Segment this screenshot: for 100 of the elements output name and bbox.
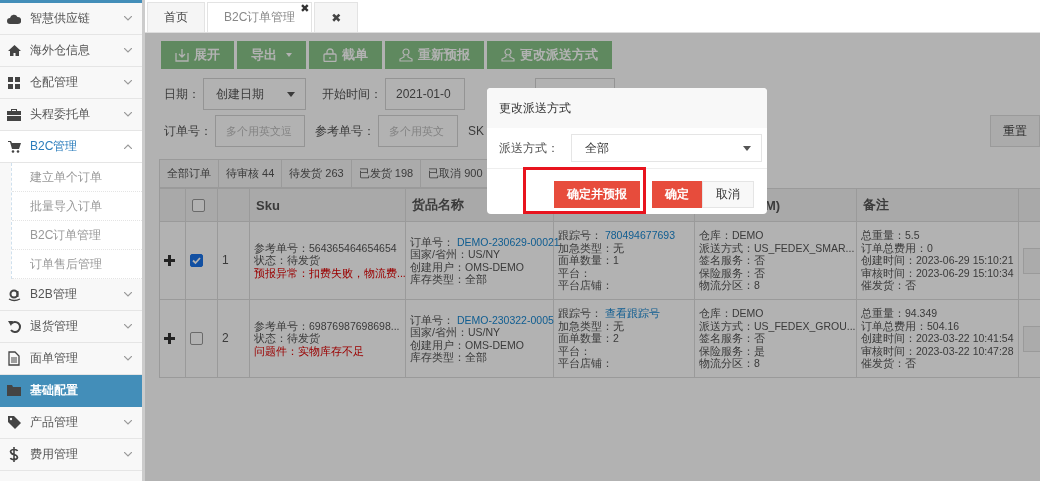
column-header: 备注 [856, 188, 1019, 222]
status-tab[interactable]: 待发货 263 [281, 159, 352, 188]
table-text: 订单总费用：0 [861, 241, 933, 255]
field-label: 日期： [164, 85, 200, 103]
sidebar-item[interactable]: 海外仓信息 [0, 35, 142, 67]
expand-icon[interactable] [164, 333, 175, 344]
sidebar-item[interactable]: 智慧供应链 [0, 3, 142, 35]
tab[interactable]: B2C订单管理 ✖ [207, 2, 313, 32]
table-text: 创建时间：2023-03-22 10:41:54 [861, 332, 1014, 345]
smile-logo-icon [7, 287, 21, 302]
table-text: 订单总费用：504.16 [861, 319, 960, 333]
checkbox[interactable] [190, 254, 203, 267]
table-text: 派送方式：US_FEDEX_GROU... [699, 319, 856, 333]
table-text: 派送方式：US_FEDEX_SMAR... [699, 241, 855, 255]
undo-icon [7, 320, 21, 333]
table-text: 仓库：DEMO [699, 307, 764, 320]
link[interactable]: 780494677693 [602, 229, 675, 242]
table-text: 跟踪号： 780494677693 [558, 229, 675, 242]
table-text: 参考单号：69876987698698... [254, 319, 400, 333]
checkbox[interactable] [192, 198, 205, 212]
field-label: 开始时间： [322, 85, 382, 103]
sidebar-item[interactable]: 产品管理 [0, 407, 142, 439]
table-text: 库存类型：全部 [410, 273, 487, 286]
tab[interactable]: 首页 [147, 2, 205, 32]
checkbox[interactable] [190, 332, 203, 345]
dialog-button[interactable]: 确定 [652, 181, 702, 208]
download-icon [175, 48, 189, 62]
grid-icon [8, 76, 20, 89]
home-icon [7, 45, 21, 56]
dialog-title: 更改派送方式 [487, 88, 767, 128]
status-tab[interactable]: 已发货 198 [350, 159, 422, 188]
document-icon [8, 351, 20, 366]
reset-button[interactable]: 重置 [990, 115, 1040, 147]
table-text: 物流分区：8 [699, 357, 760, 370]
table-text: 签名服务：否 [699, 254, 765, 267]
table-text: 国家/省州：US/NY [410, 248, 500, 261]
briefcase-icon [7, 108, 21, 121]
tag-icon [7, 416, 21, 429]
table-text: 平台： [558, 344, 591, 358]
table-text: 加急类型：无 [558, 241, 624, 255]
table-text: 创建用户：OMS-DEMO [410, 338, 524, 351]
link[interactable]: DEMO-230629-00021 [454, 235, 560, 248]
user-icon [501, 48, 515, 62]
table-text: 平台店铺： [558, 357, 613, 370]
close-tab-button[interactable]: ✖ [300, 2, 310, 15]
dollar-icon [9, 447, 19, 462]
start-time-field[interactable]: 2021-01-0 [385, 78, 465, 110]
action-button[interactable] [1023, 247, 1040, 274]
status-tab[interactable]: 全部订单 [159, 159, 219, 188]
date-type-select[interactable]: 创建日期 [203, 78, 306, 110]
dialog-button[interactable]: 确定并预报 [554, 181, 640, 208]
table-text: 加急类型：无 [558, 319, 624, 333]
sidebar-item[interactable]: 费用管理 [0, 439, 142, 471]
link[interactable]: 查看跟踪号 [602, 307, 660, 320]
dialog-button[interactable]: 取消 [702, 181, 754, 208]
table-text: 库存类型：全部 [410, 351, 487, 364]
field-label: SK [468, 124, 484, 138]
sidebar-item[interactable]: B2B管理 [0, 279, 142, 311]
table-text: 催发货：否 [861, 279, 916, 292]
cart-icon [7, 140, 21, 153]
table-text: 审核时间：2023-06-29 15:10:34 [861, 266, 1014, 280]
table-text: 国家/省州：US/NY [410, 326, 500, 339]
sidebar-item[interactable]: 仓配管理 [0, 67, 142, 99]
table-cell: 2 [217, 299, 250, 378]
table-text: 保险服务：是 [699, 344, 765, 358]
table-text: 保险服务：否 [699, 266, 765, 280]
table-text: 总重量：5.5 [861, 229, 920, 242]
table-text: 订单号： DEMO-230322-0005 [410, 313, 554, 326]
table-text: 仓库：DEMO [699, 229, 764, 242]
alert-text: 问题件：实物库存不足 [254, 344, 364, 358]
table-text: 跟踪号： 查看跟踪号 [558, 307, 660, 320]
sidebar-item[interactable]: B2C管理 [0, 131, 142, 163]
table-text: 面单数量：2 [558, 332, 619, 345]
table-text: 创建用户：OMS-DEMO [410, 260, 524, 273]
delivery-method-select[interactable]: 全部 [571, 134, 762, 162]
user-icon [399, 48, 413, 62]
alert-text: 预报异常：扣费失败，物流费... [254, 266, 406, 280]
column-header: Sku [249, 188, 406, 222]
field-label: 参考单号： [315, 122, 375, 140]
table-text: 平台： [558, 266, 591, 280]
sidebar-item[interactable]: 退货管理 [0, 311, 142, 343]
table-text: 参考单号：564365464654654 [254, 241, 397, 255]
lock-icon [323, 48, 337, 62]
table-cell: 1 [217, 221, 250, 300]
cloud-icon [7, 13, 21, 24]
table-text: 物流分区：8 [699, 279, 760, 292]
table-text: 订单号： DEMO-230629-00021 [410, 235, 560, 248]
table-text: 平台店铺： [558, 279, 613, 292]
status-tab[interactable]: 待审核 44 [218, 159, 283, 188]
action-button[interactable] [1023, 325, 1040, 352]
expand-icon[interactable] [164, 255, 175, 266]
table-text: 总重量：94.349 [861, 307, 938, 320]
sidebar-item[interactable]: 基础配置 [0, 375, 142, 407]
table-text: 创建时间：2023-06-29 15:10:21 [861, 254, 1014, 267]
table-text: 状态：待发货 [254, 332, 320, 345]
field-label: 派送方式： [499, 139, 559, 157]
tab[interactable]: ✖ [314, 2, 359, 32]
folder-icon [7, 385, 21, 396]
link[interactable]: DEMO-230322-0005 [454, 313, 554, 326]
table-text: 审核时间：2023-03-22 10:47:28 [861, 344, 1014, 358]
